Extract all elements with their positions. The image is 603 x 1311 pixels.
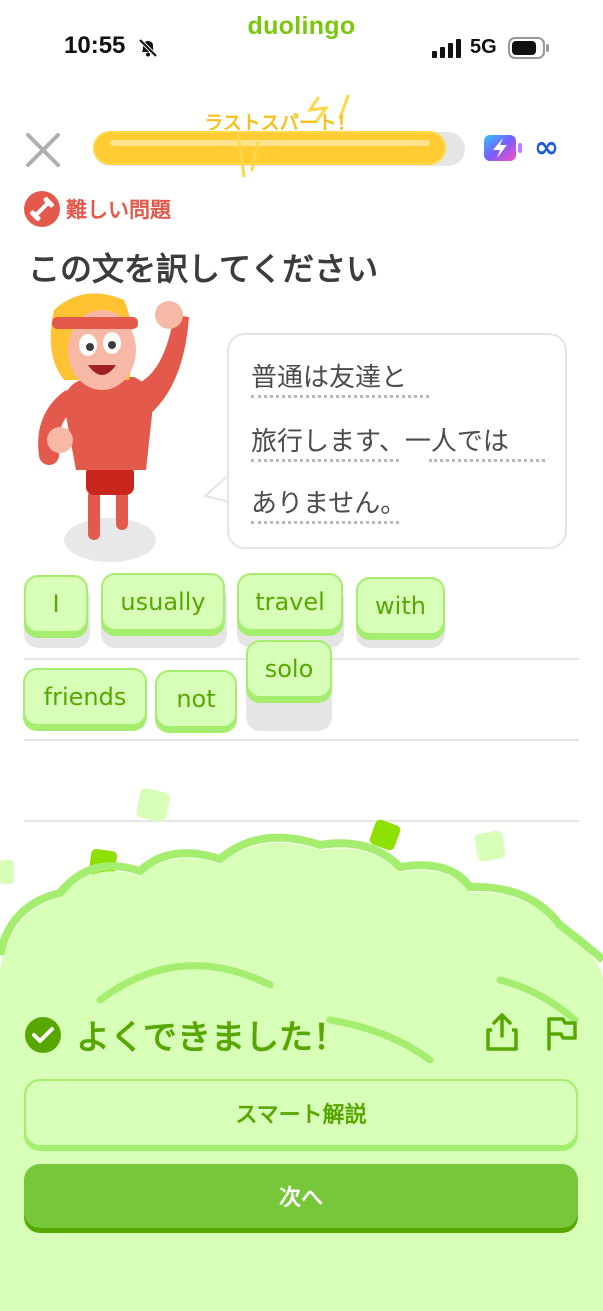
hint-underline[interactable] <box>251 459 399 462</box>
network-type: 5G <box>470 36 497 58</box>
speech-bubble: 普通は友達と 旅行します、一人では ありません。 <box>227 333 567 549</box>
share-icon[interactable] <box>484 1012 520 1052</box>
hint-underline[interactable] <box>251 521 399 524</box>
word-chip[interactable]: with <box>356 577 445 635</box>
battery-icon <box>508 37 549 59</box>
word-chip[interactable]: usually <box>101 573 225 631</box>
word-chip[interactable]: I <box>24 575 88 633</box>
word-chip[interactable]: travel <box>237 573 343 631</box>
progress-label: ラストスパート！ <box>204 112 356 134</box>
speech-line-2: 旅行します、一人では <box>251 427 509 457</box>
smart-explanation-button[interactable]: スマート解説 <box>24 1079 578 1147</box>
energy-battery-icon[interactable] <box>483 133 523 163</box>
speech-line-1: 普通は友達と <box>251 363 408 393</box>
answer-line <box>24 739 579 741</box>
hard-exercise-badge: 難しい問題 <box>66 198 171 222</box>
character-illustration <box>38 293 189 562</box>
infinity-icon: ∞ <box>534 130 559 165</box>
word-chip[interactable]: friends <box>23 668 147 726</box>
signal-icon <box>432 39 461 58</box>
close-icon[interactable] <box>24 131 62 169</box>
hint-underline[interactable] <box>429 459 545 462</box>
dumbbell-icon <box>24 191 60 227</box>
check-circle-icon <box>25 1017 61 1053</box>
flag-icon[interactable] <box>543 1014 579 1052</box>
hint-underline[interactable] <box>251 395 429 398</box>
speech-line-3: ありません。 <box>251 489 407 519</box>
feedback-title: よくできました！ <box>76 1018 347 1058</box>
prompt-title: この文を訳してください <box>28 250 379 288</box>
word-chip[interactable]: solo <box>246 640 332 698</box>
next-button[interactable]: 次へ <box>24 1164 578 1228</box>
word-chip[interactable]: not <box>155 670 237 728</box>
